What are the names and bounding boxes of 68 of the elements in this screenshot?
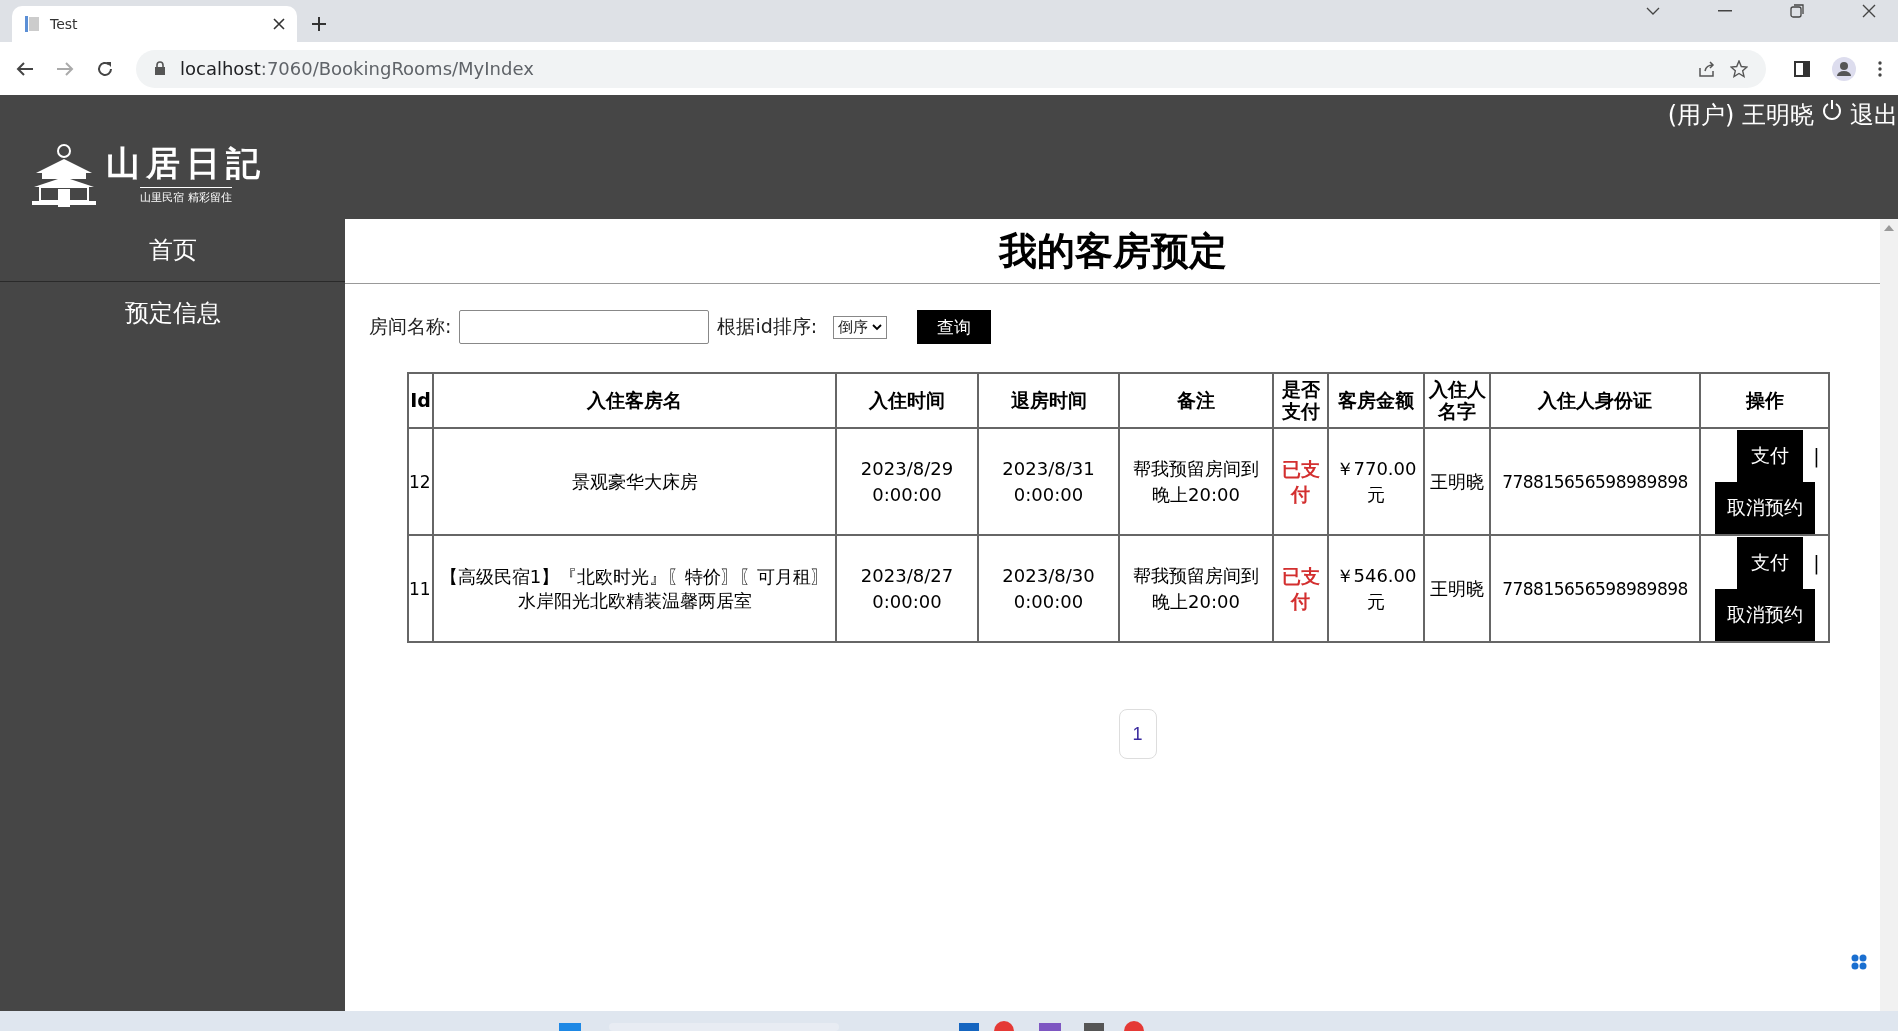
logo-subtitle: 山里民宿 精彩留住: [140, 187, 232, 205]
cancel-button[interactable]: 取消预约: [1714, 481, 1815, 534]
star-icon[interactable]: [1730, 59, 1748, 78]
column-header: 退房时间: [978, 373, 1119, 428]
column-header: 入住客房名: [433, 373, 836, 428]
separator-text: |: [1813, 444, 1820, 467]
cancel-button[interactable]: 取消预约: [1714, 588, 1815, 641]
menu-icon[interactable]: [1878, 60, 1882, 77]
side-panel-icon[interactable]: [1794, 60, 1810, 77]
table-cell: 【高级民宿1】『北欧时光』〖特价〗〖可月租〗水岸阳光北欧精装温馨两居室: [433, 535, 836, 642]
table-cell: ￥770.00元: [1328, 428, 1424, 535]
column-header: 客房金额: [1328, 373, 1424, 428]
profile-icon[interactable]: [1832, 56, 1856, 81]
column-header: 入住时间: [836, 373, 978, 428]
caret-icon: [872, 323, 883, 331]
logo-title: 山居日記: [106, 142, 266, 185]
chevron-down-icon[interactable]: [1646, 6, 1660, 16]
pay-button[interactable]: 支付: [1737, 429, 1804, 482]
column-header: 是否支付: [1273, 373, 1328, 428]
address-field[interactable]: localhost:7060/BookingRooms/MyIndex: [136, 49, 1766, 88]
table-cell: 帮我预留房间到晚上20:00: [1119, 535, 1273, 642]
power-icon[interactable]: [1822, 99, 1842, 121]
column-header: 入住人名字: [1424, 373, 1490, 428]
column-header: Id: [408, 373, 433, 428]
logout-link[interactable]: 退出: [1850, 99, 1898, 131]
table-cell: 11: [408, 535, 433, 642]
table-cell: 2023/8/29 0:00:00: [836, 428, 978, 535]
column-header: 入住人身份证: [1490, 373, 1700, 428]
back-icon[interactable]: [16, 60, 34, 77]
sort-select[interactable]: 倒序: [833, 315, 888, 339]
minimize-icon[interactable]: [1718, 10, 1732, 12]
close-icon[interactable]: [273, 18, 285, 30]
pay-button[interactable]: 支付: [1737, 536, 1804, 589]
table-cell: 2023/8/30 0:00:00: [978, 535, 1119, 642]
column-header: 备注: [1119, 373, 1273, 428]
table-cell: 帮我预留房间到晚上20:00: [1119, 428, 1273, 535]
table-cell: 王明晓: [1424, 535, 1490, 642]
temple-logo-icon: [32, 143, 96, 209]
table-cell: 王明晓: [1424, 428, 1490, 535]
separator-text: |: [1813, 551, 1820, 574]
reload-icon[interactable]: [96, 59, 114, 78]
room-name-field[interactable]: [459, 310, 710, 344]
page-title: 我的客房预定: [998, 227, 1227, 275]
table-cell: 景观豪华大床房: [433, 428, 836, 535]
share-icon[interactable]: [1698, 59, 1716, 78]
page-button[interactable]: 1: [1118, 709, 1157, 759]
table-cell: 12: [408, 428, 433, 535]
page-icon: [24, 15, 40, 33]
sidebar-item[interactable]: 预定信息: [0, 282, 345, 344]
column-header: 操作: [1700, 373, 1829, 428]
table-cell: 2023/8/31 0:00:00: [978, 428, 1119, 535]
restore-icon[interactable]: [1790, 4, 1804, 18]
query-button[interactable]: 查询: [917, 310, 992, 344]
room-name-label: 房间名称:: [369, 314, 452, 339]
browser-tab[interactable]: Test: [12, 6, 297, 42]
table-cell: 2023/8/27 0:00:00: [836, 535, 978, 642]
table-cell: 778815656598989898: [1490, 535, 1700, 642]
user-name: (用户) 王明晓: [1667, 100, 1814, 131]
lock-icon: [154, 61, 166, 76]
new-tab-icon[interactable]: [311, 16, 327, 32]
sort-label: 根据id排序:: [717, 314, 818, 339]
grid-icon[interactable]: [1850, 953, 1868, 971]
table-cell: 已支付: [1273, 428, 1328, 535]
tab-title: Test: [50, 16, 79, 32]
table-cell: ￥546.00元: [1328, 535, 1424, 642]
close-icon[interactable]: [1862, 4, 1876, 18]
table-cell: 778815656598989898: [1490, 428, 1700, 535]
table-cell: 已支付: [1273, 535, 1328, 642]
